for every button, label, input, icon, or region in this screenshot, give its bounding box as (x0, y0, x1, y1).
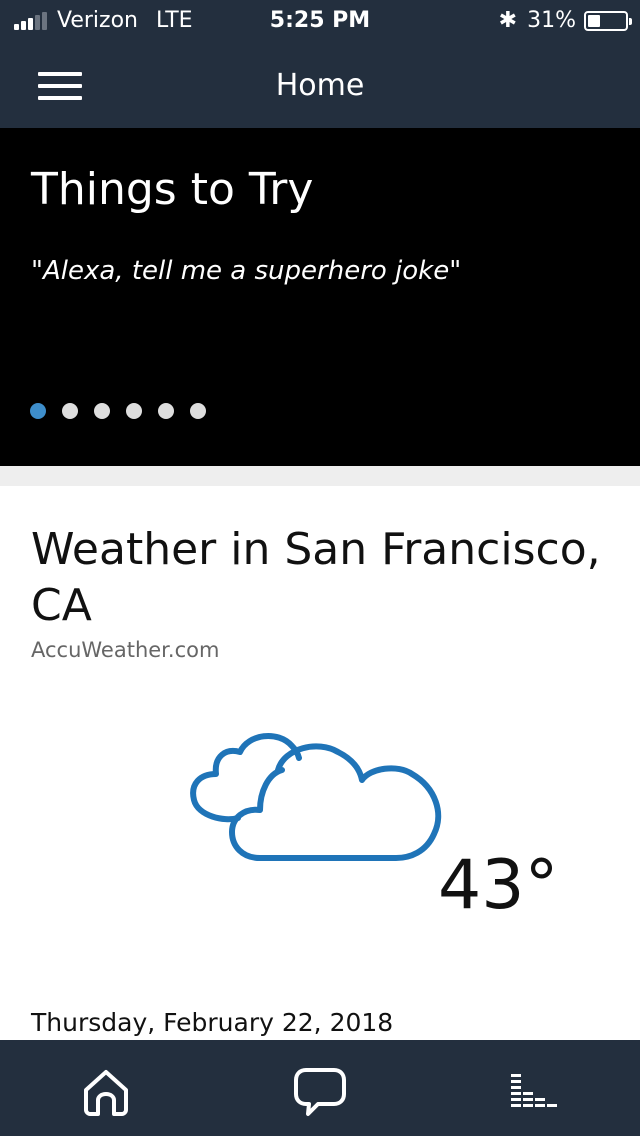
home-icon[interactable] (78, 1064, 134, 1120)
carousel-dot-6[interactable] (190, 403, 206, 419)
bluetooth-icon: ✱ (498, 8, 518, 33)
weather-title: Weather in San Francisco, CA (31, 524, 601, 631)
weather-card[interactable]: Weather in San Francisco, CA AccuWeather… (0, 486, 640, 1040)
carousel-dot-5[interactable] (158, 403, 174, 419)
chat-bubble-icon[interactable] (292, 1064, 348, 1120)
weather-source: AccuWeather.com (31, 638, 220, 662)
page-title: Home (275, 68, 365, 103)
app-header: Home (0, 42, 640, 128)
carousel-dot-3[interactable] (94, 403, 110, 419)
battery-percentage: 31% (527, 8, 576, 33)
status-bar: Verizon LTE 5:25 PM ✱ 31% (0, 0, 640, 42)
carousel-dot-4[interactable] (126, 403, 142, 419)
carousel-dot-1[interactable] (30, 403, 46, 419)
now-playing-icon[interactable] (505, 1064, 561, 1120)
carousel-page-indicator (30, 403, 222, 419)
things-to-try-quote: "Alexa, tell me a superhero joke" (31, 256, 462, 286)
cloudy-icon (190, 732, 442, 861)
things-to-try-title: Things to Try (31, 164, 314, 215)
carousel-dot-2[interactable] (62, 403, 78, 419)
weather-temperature: 43° (438, 846, 559, 925)
bottom-tab-bar (0, 1040, 640, 1136)
things-to-try-card[interactable]: Things to Try "Alexa, tell me a superher… (0, 128, 640, 466)
card-divider (0, 466, 640, 486)
battery-icon (584, 11, 632, 31)
status-right: ✱ 31% (498, 0, 632, 42)
weather-date: Thursday, February 22, 2018 (31, 1008, 394, 1037)
